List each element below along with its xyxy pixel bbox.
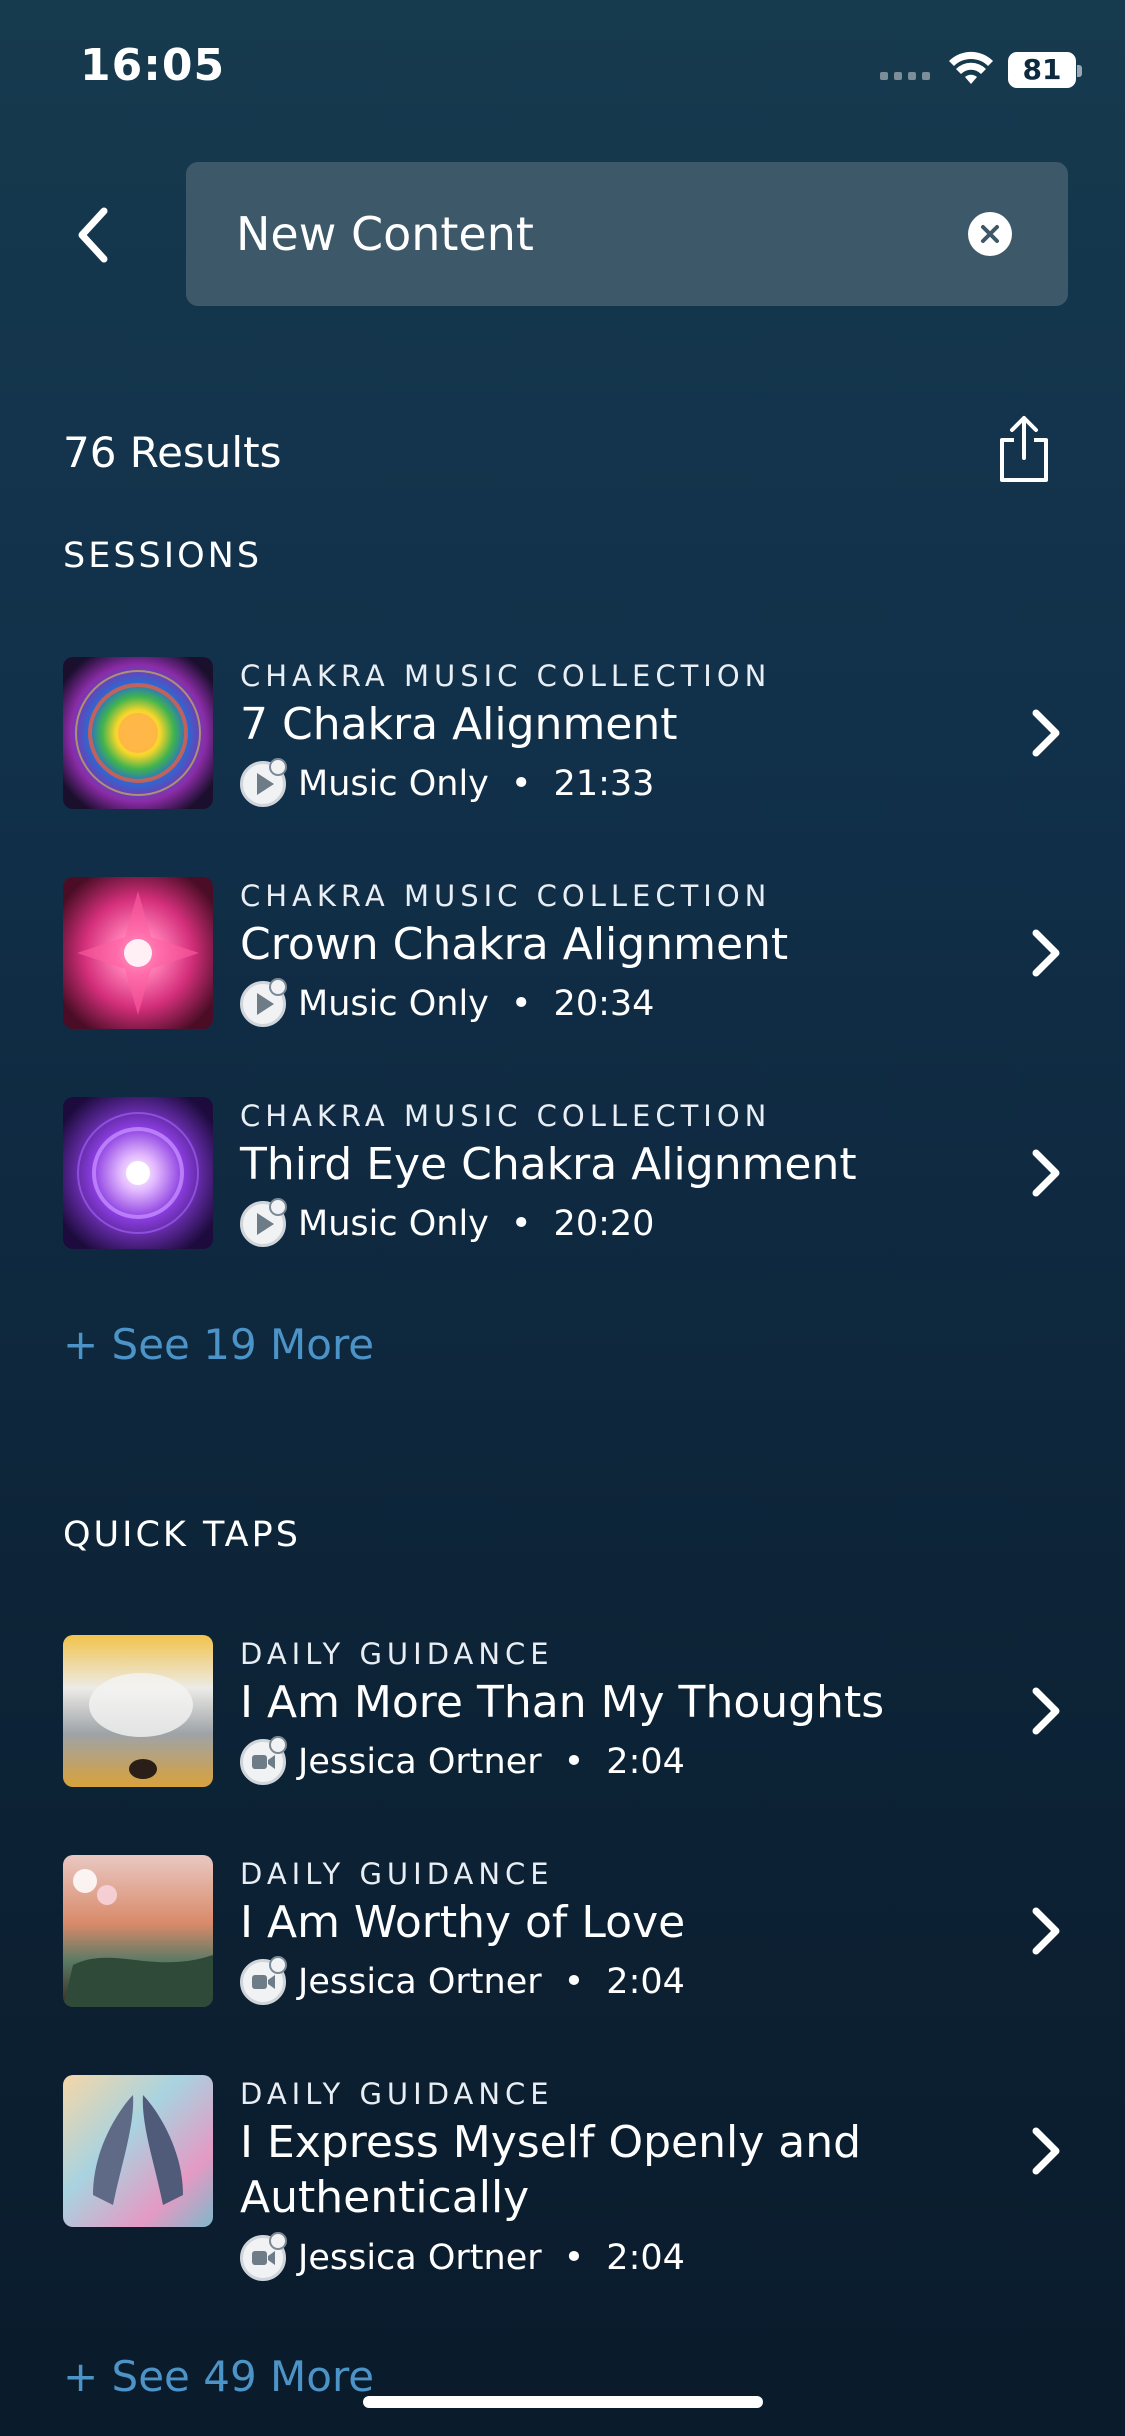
session-type: Music Only (298, 984, 489, 1024)
session-meta: Music Only • 21:33 (240, 758, 655, 807)
session-item[interactable]: CHAKRA MUSIC COLLECTION Third Eye Chakra… (63, 1097, 1063, 1249)
meta-separator: • (563, 2238, 585, 2278)
clear-search-button[interactable] (968, 212, 1012, 256)
quick-tap-category: DAILY GUIDANCE (240, 1857, 554, 1891)
quick-tap-item[interactable]: DAILY GUIDANCE I Am More Than My Thought… (63, 1635, 1063, 1787)
quick-tap-duration: 2:04 (606, 1962, 685, 2002)
share-button[interactable] (996, 414, 1052, 486)
quick-tap-meta: Jessica Ortner • 2:04 (240, 1956, 685, 2005)
chevron-right-icon (1032, 1149, 1060, 1197)
back-icon (78, 207, 108, 263)
quick-tap-category: DAILY GUIDANCE (240, 1637, 554, 1671)
session-category: CHAKRA MUSIC COLLECTION (240, 1099, 772, 1133)
session-duration: 20:20 (553, 1204, 655, 1244)
quick-tap-meta: Jessica Ortner • 2:04 (240, 1736, 685, 1785)
quick-tap-title: I Express Myself Openly and Authenticall… (240, 2117, 862, 2223)
meta-separator: • (563, 1962, 585, 2002)
meta-separator: • (510, 764, 532, 804)
see-more-sessions-link[interactable]: + See 19 More (63, 1320, 374, 1369)
session-type: Music Only (298, 764, 489, 804)
session-meta: Music Only • 20:20 (240, 1198, 655, 1247)
quick-tap-author: Jessica Ortner (298, 1962, 542, 2002)
quick-tap-thumbnail (63, 1855, 213, 2007)
meta-separator: • (563, 1742, 585, 1782)
quick-tap-category: DAILY GUIDANCE (240, 2077, 554, 2111)
video-icon (240, 1736, 287, 1785)
quick-tap-author: Jessica Ortner (298, 2238, 542, 2278)
session-duration: 21:33 (553, 764, 655, 804)
quick-tap-item[interactable]: DAILY GUIDANCE I Am Worthy of Love Jessi… (63, 1855, 1063, 2007)
chevron-right-icon (1032, 1907, 1060, 1955)
share-icon (1000, 416, 1048, 482)
session-thumbnail (63, 1097, 213, 1249)
meta-separator: • (510, 1204, 532, 1244)
battery-icon: 81 (1008, 52, 1082, 88)
play-icon (240, 978, 287, 1027)
home-indicator[interactable] (363, 2396, 763, 2408)
session-category: CHAKRA MUSIC COLLECTION (240, 659, 772, 693)
quick-tap-author: Jessica Ortner (298, 1742, 542, 1782)
quick-tap-duration: 2:04 (606, 2238, 685, 2278)
chevron-right-icon (1032, 709, 1060, 757)
quick-taps-section-title: QUICK TAPS (63, 1515, 301, 1555)
quick-tap-thumbnail (63, 2075, 213, 2227)
sessions-section-title: SESSIONS (63, 536, 263, 576)
session-type: Music Only (298, 1204, 489, 1244)
see-more-quick-taps-link[interactable]: + See 49 More (63, 2352, 374, 2401)
cellular-signal-icon (880, 72, 930, 80)
session-thumbnail (63, 657, 213, 809)
session-title: 7 Chakra Alignment (240, 699, 678, 750)
session-item[interactable]: CHAKRA MUSIC COLLECTION Crown Chakra Ali… (63, 877, 1063, 1029)
video-icon (240, 1956, 287, 2005)
session-item[interactable]: CHAKRA MUSIC COLLECTION 7 Chakra Alignme… (63, 657, 1063, 809)
play-icon (240, 758, 287, 807)
status-time: 16:05 (80, 40, 226, 91)
video-icon (240, 2232, 287, 2281)
quick-tap-title: I Am More Than My Thoughts (240, 1677, 885, 1728)
session-title: Crown Chakra Alignment (240, 919, 789, 970)
chevron-right-icon (1032, 929, 1060, 977)
session-title: Third Eye Chakra Alignment (240, 1139, 857, 1190)
clear-icon (981, 225, 999, 243)
quick-tap-thumbnail (63, 1635, 213, 1787)
status-bar: 16:05 81 (0, 0, 1125, 140)
back-button[interactable] (68, 205, 118, 265)
session-category: CHAKRA MUSIC COLLECTION (240, 879, 772, 913)
quick-tap-meta: Jessica Ortner • 2:04 (240, 2232, 685, 2281)
results-count: 76 Results (63, 428, 282, 477)
quick-tap-duration: 2:04 (606, 1742, 685, 1782)
search-input[interactable] (236, 202, 916, 266)
chevron-right-icon (1032, 2127, 1060, 2175)
wifi-icon (949, 51, 993, 84)
session-thumbnail (63, 877, 213, 1029)
search-box[interactable] (186, 162, 1068, 306)
meta-separator: • (510, 984, 532, 1024)
chevron-right-icon (1032, 1687, 1060, 1735)
play-icon (240, 1198, 287, 1247)
session-meta: Music Only • 20:34 (240, 978, 655, 1027)
quick-tap-title: I Am Worthy of Love (240, 1897, 686, 1948)
quick-tap-item[interactable]: DAILY GUIDANCE I Express Myself Openly a… (63, 2075, 1063, 2285)
session-duration: 20:34 (553, 984, 655, 1024)
